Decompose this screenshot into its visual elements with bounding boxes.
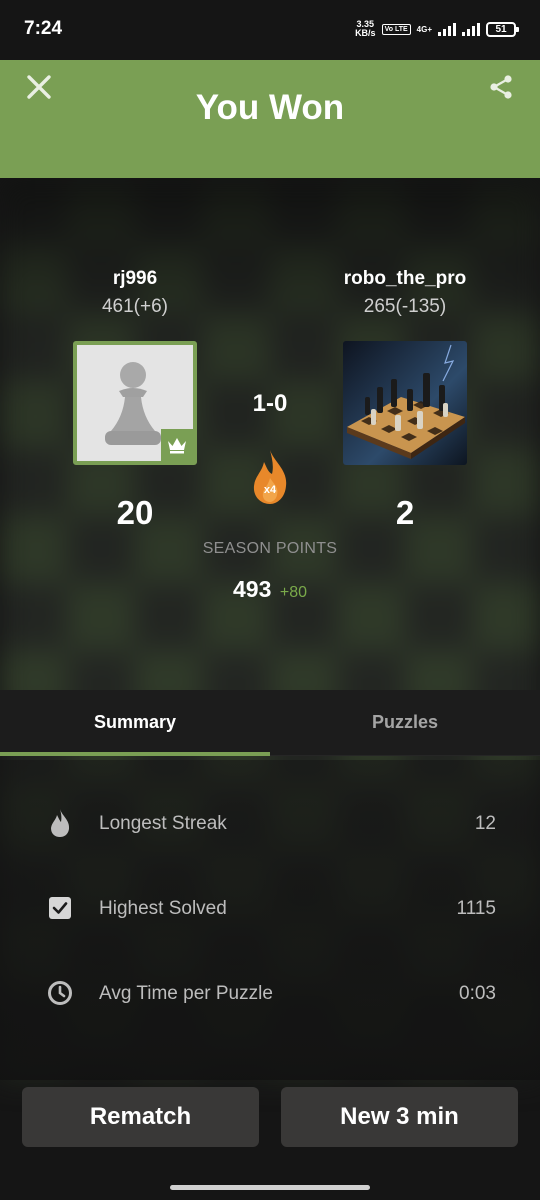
volte-icon: Vo LTE xyxy=(381,23,411,35)
stat-value: 0:03 xyxy=(459,983,496,1004)
flame-stat-icon xyxy=(46,809,74,837)
stat-row-highest-solved: Highest Solved 1115 xyxy=(0,880,540,965)
summary-stats: Longest Streak 12 Highest Solved 1115 Av… xyxy=(0,795,540,1050)
tab-puzzles-label: Puzzles xyxy=(371,712,439,732)
network-speed-unit: KB/s xyxy=(355,28,376,38)
stat-value: 12 xyxy=(474,813,496,834)
active-tab-indicator xyxy=(0,752,270,756)
season-points-label: SEASON POINTS xyxy=(202,540,338,557)
season-points-value: 493 xyxy=(233,576,272,602)
tab-summary[interactable]: Summary xyxy=(0,690,270,756)
player-right-score: 2 xyxy=(395,494,415,531)
stat-label: Longest Streak xyxy=(99,813,227,834)
match-result: 1-0 xyxy=(252,390,288,417)
flame-icon xyxy=(253,450,287,504)
network-type: 4G+ xyxy=(416,24,432,34)
clock-icon xyxy=(46,979,74,1007)
stat-label: Avg Time per Puzzle xyxy=(99,983,273,1004)
share-icon xyxy=(490,75,512,99)
player-left-name[interactable]: rj996 xyxy=(35,268,235,290)
tab-summary-label: Summary xyxy=(93,712,177,732)
status-bar: 7:24 3.35 KB/s Vo LTE 4G+ 51 xyxy=(0,0,540,60)
player-right-name[interactable]: robo_the_pro xyxy=(305,268,505,290)
new-game-button[interactable]: New 3 min xyxy=(281,1087,518,1147)
battery-icon: 51 xyxy=(486,21,519,37)
network-speed: 3.35 KB/s xyxy=(355,20,376,38)
season-points-delta: +80 xyxy=(279,584,307,601)
stat-value: 1115 xyxy=(456,898,496,919)
winner-badge xyxy=(161,429,193,461)
signal-icon-2 xyxy=(462,22,480,36)
home-indicator[interactable] xyxy=(170,1185,370,1190)
tab-bar: Summary Puzzles xyxy=(0,690,540,756)
player-left-score: 20 xyxy=(116,494,154,531)
signal-icon xyxy=(438,22,456,36)
tab-puzzles[interactable]: Puzzles xyxy=(270,690,540,755)
stat-label: Highest Solved xyxy=(99,898,227,919)
page-title: You Won xyxy=(195,88,345,127)
crown-icon xyxy=(168,438,186,454)
game-result-panel: rj996 461(+6) robo_the_pro 265(-135) 1-0… xyxy=(0,178,540,690)
player-left-rating: 461(+6) xyxy=(101,296,169,317)
rematch-button[interactable]: Rematch xyxy=(22,1087,259,1147)
share-button[interactable] xyxy=(488,74,514,100)
streak-multiplier: x4 xyxy=(263,484,277,496)
player-right-rating: 265(-135) xyxy=(363,296,447,317)
result-header: You Won xyxy=(0,60,540,178)
streak-indicator: x4 xyxy=(250,448,290,506)
stat-row-longest-streak: Longest Streak 12 xyxy=(0,795,540,880)
status-time: 7:24 xyxy=(24,18,63,39)
checkbox-icon xyxy=(46,894,74,922)
status-indicators: 3.35 KB/s Vo LTE 4G+ 51 xyxy=(355,20,519,38)
season-points-row: 493 +80 xyxy=(0,576,540,603)
stat-row-avg-time: Avg Time per Puzzle 0:03 xyxy=(0,965,540,1050)
